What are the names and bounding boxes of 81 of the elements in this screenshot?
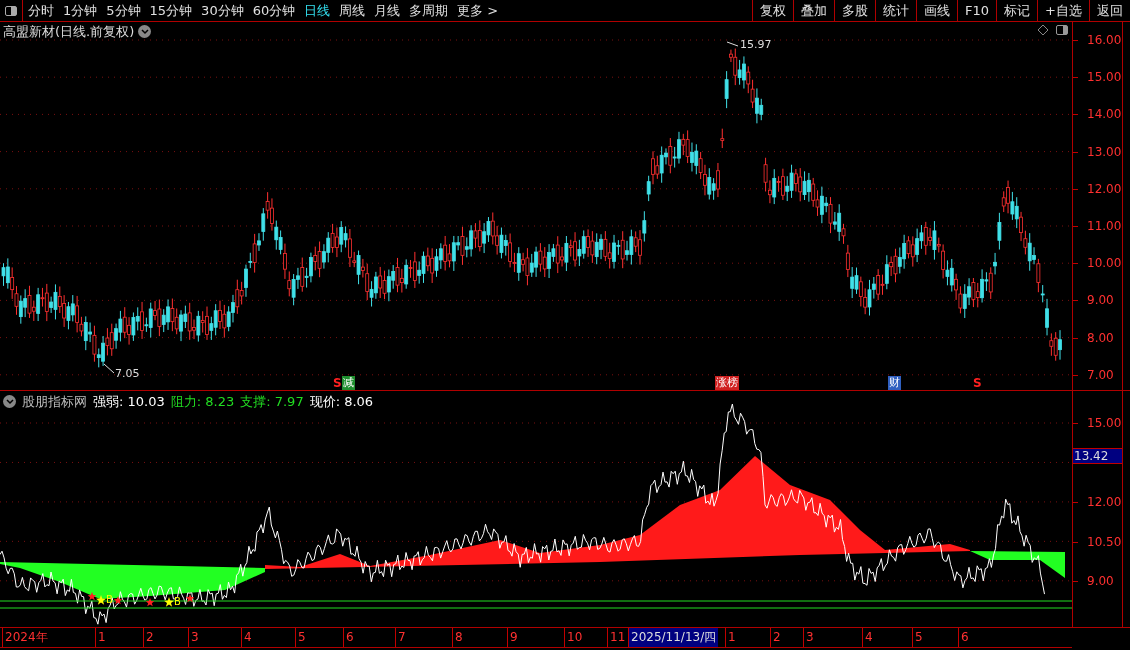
period-tab[interactable]: 1分钟 [63, 0, 98, 21]
star-icon [87, 592, 97, 601]
indicator-value: 阻力: 8.23 [170, 393, 235, 411]
current-value-label: 13.42 [1073, 448, 1122, 464]
date-label: 7 [395, 628, 406, 647]
toolbar-button[interactable]: 返回 [1089, 0, 1130, 21]
low-price-label: 7.05 [115, 366, 140, 382]
date-label: 4 [241, 628, 252, 647]
chevron-icon[interactable] [3, 395, 16, 409]
buy-signal-label: B [106, 595, 113, 605]
date-label: 2 [143, 628, 154, 647]
axis-label: 10.00 [1087, 256, 1122, 271]
axis-label: 9.00 [1087, 574, 1114, 588]
date-label: 5 [295, 628, 306, 647]
date-label: 1 [725, 628, 736, 647]
period-tab[interactable]: 60分钟 [252, 0, 296, 21]
date-label: 8 [452, 628, 463, 647]
star-icon [185, 594, 195, 603]
signal-tag: 减 [342, 376, 355, 390]
axis-label: 8.00 [1087, 330, 1114, 345]
date-label: 5 [912, 628, 923, 647]
period-tab[interactable]: 15分钟 [149, 0, 193, 21]
high-price-label: 15.97 [740, 37, 772, 53]
toolbar-button[interactable]: 标记 [996, 0, 1038, 21]
period-tab[interactable]: 更多 > [457, 0, 499, 21]
axis-label: 12.00 [1087, 495, 1122, 509]
date-label: 11 [607, 628, 626, 647]
date-label: 4 [862, 628, 873, 647]
period-tab[interactable]: 周线 [339, 0, 366, 21]
indicator-value: 现价: 8.06 [309, 393, 374, 411]
date-label: 10 [564, 628, 583, 647]
indicator-value: 强弱: 10.03 [93, 393, 165, 411]
signal-tag: 涨榜 [715, 376, 739, 390]
axis-label: 9.00 [1087, 293, 1114, 308]
period-tab[interactable]: 日线 [304, 0, 331, 21]
toolbar-button[interactable]: F10 [957, 0, 997, 21]
star-icon [96, 595, 106, 605]
period-tab[interactable]: 5分钟 [106, 0, 141, 21]
date-label: 6 [343, 628, 354, 647]
signal-marker: S [333, 376, 342, 390]
toolbar-button[interactable]: 复权 [752, 0, 794, 21]
date-label: 2 [770, 628, 781, 647]
star-icon [145, 598, 155, 607]
date-label: 3 [188, 628, 199, 647]
axis-label: 10.50 [1087, 534, 1122, 549]
period-tab[interactable]: 月线 [374, 0, 401, 21]
signal-tag: 财 [888, 376, 901, 390]
date-label: 3 [803, 628, 814, 647]
toolbar-button[interactable]: 多股 [834, 0, 876, 21]
indicator-value: 支撑: 7.97 [240, 393, 304, 411]
period-tab[interactable]: 多周期 [409, 0, 449, 21]
axis-label: 11.00 [1087, 219, 1122, 233]
period-tab[interactable]: 30分钟 [201, 0, 244, 21]
star-icon [113, 596, 123, 605]
chart-title: 高盟新材(日线.前复权) [3, 23, 135, 41]
date-label: 2025/11/13/四 [628, 628, 719, 647]
toolbar-button[interactable]: +自选 [1037, 0, 1089, 21]
toolbar-button[interactable]: 叠加 [793, 0, 835, 21]
date-label: 2024年 [2, 628, 48, 647]
diamond-icon[interactable] [1038, 25, 1048, 35]
period-tab[interactable]: 分时 [28, 0, 54, 21]
axis-label: 16.00 [1087, 33, 1122, 47]
axis-label: 7.00 [1087, 367, 1114, 382]
axis-label: 15.00 [1087, 70, 1122, 85]
axis-label: 13.00 [1087, 144, 1122, 159]
axis-label: 14.00 [1087, 107, 1122, 122]
leader-line [103, 363, 115, 374]
indicator-name: 股朋指标网 [22, 393, 87, 411]
signal-marker: S [973, 376, 982, 390]
date-label: 6 [958, 628, 969, 647]
date-label: 1 [95, 628, 106, 647]
axis-label: 12.00 [1087, 181, 1122, 196]
buy-signal-label: B [174, 597, 181, 607]
leader-line [726, 41, 739, 47]
chevron-icon[interactable] [138, 25, 152, 39]
star-icon [164, 597, 174, 607]
toolbar-button[interactable]: 画线 [916, 0, 958, 21]
toolbar-button[interactable]: 统计 [875, 0, 917, 21]
panel-toggle-icon[interactable] [1056, 25, 1068, 35]
axis-label: 15.00 [1087, 416, 1122, 430]
date-label: 9 [507, 628, 518, 647]
